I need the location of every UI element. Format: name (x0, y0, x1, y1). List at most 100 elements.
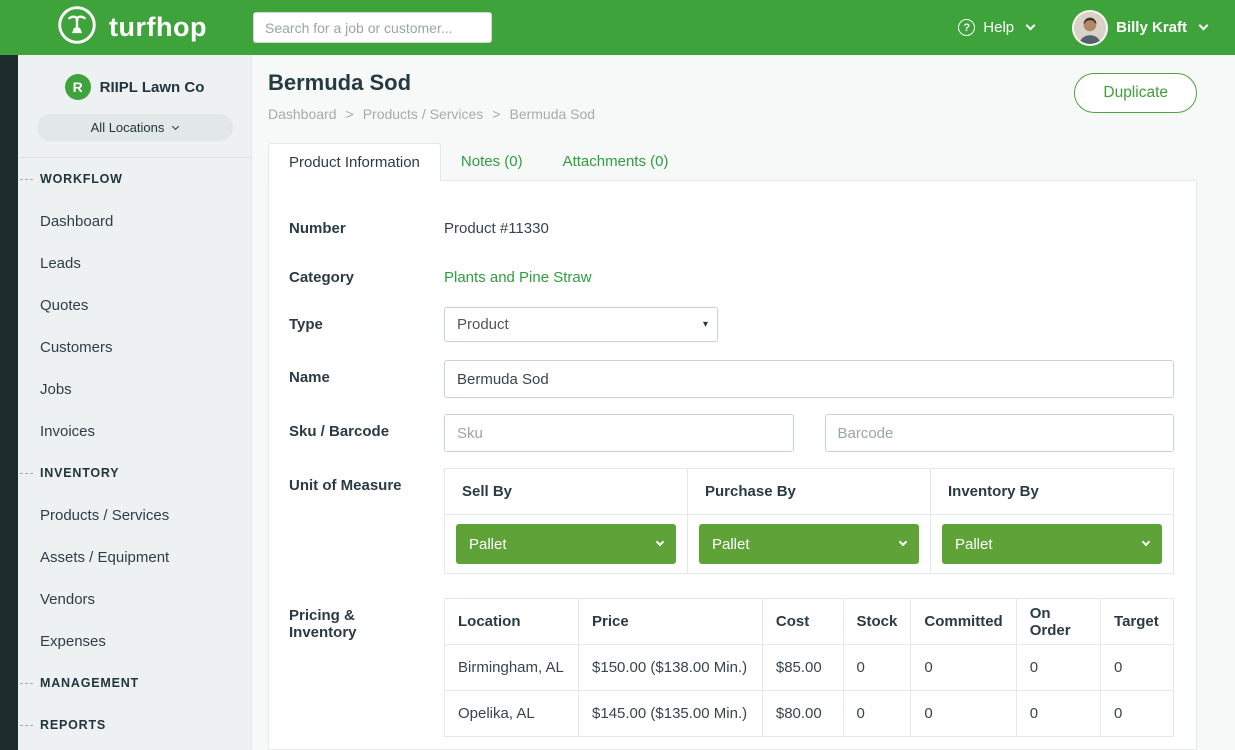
category-link[interactable]: Plants and Pine Straw (444, 260, 592, 286)
on-order-header: On Order (1016, 599, 1100, 645)
chevron-down-icon (172, 123, 179, 130)
sku-barcode-label: Sku / Barcode (289, 414, 444, 440)
tab-product-information[interactable]: Product Information (268, 143, 441, 181)
topbar: turfhop ? Help Billy Kraft (0, 0, 1235, 55)
sidebar-item-invoices[interactable]: Invoices (18, 410, 251, 452)
cost-header: Cost (762, 599, 843, 645)
pricing-row-birmingham: Birmingham, AL $150.00 ($138.00 Min.) $8… (445, 645, 1174, 691)
chevron-down-icon (899, 538, 907, 546)
sidebar-item-jobs[interactable]: Jobs (18, 368, 251, 410)
left-edge-strip (0, 55, 18, 750)
product-number: Product #11330 (444, 211, 549, 237)
name-input[interactable] (444, 360, 1174, 398)
price-cell: $145.00 ($135.00 Min.) (579, 691, 763, 737)
sidebar-item-leads[interactable]: Leads (18, 242, 251, 284)
stock-cell: 0 (843, 691, 911, 737)
tree-dash-icon (20, 179, 33, 180)
name-row: Name (289, 360, 1174, 398)
tree-dash-icon (20, 683, 33, 684)
sell-by-select[interactable]: Pallet (456, 524, 676, 564)
unit-of-measure-label: Unit of Measure (289, 468, 444, 494)
purchase-by-header: Purchase By (688, 469, 931, 515)
locations-dropdown[interactable]: All Locations (37, 114, 233, 141)
pricing-row-opelika: Opelika, AL $145.00 ($135.00 Min.) $80.0… (445, 691, 1174, 737)
company-logo-badge: R (65, 74, 91, 100)
target-cell: 0 (1101, 691, 1174, 737)
purchase-by-value: Pallet (712, 536, 750, 553)
sidebar-section-reports[interactable]: REPORTS (18, 704, 251, 746)
section-label: REPORTS (40, 718, 106, 732)
sidebar-item-quotes[interactable]: Quotes (18, 284, 251, 326)
on-order-cell: 0 (1016, 691, 1100, 737)
committed-header: Committed (911, 599, 1016, 645)
sidebar-item-customers[interactable]: Customers (18, 326, 251, 368)
duplicate-button[interactable]: Duplicate (1074, 73, 1197, 113)
inventory-by-header: Inventory By (931, 469, 1174, 515)
location-link[interactable]: Birmingham, AL (445, 645, 579, 691)
breadcrumb-products-services[interactable]: Products / Services (363, 106, 484, 122)
price-cell: $150.00 ($138.00 Min.) (579, 645, 763, 691)
target-header: Target (1101, 599, 1174, 645)
company-header: R RIIPL Lawn Co (18, 55, 251, 100)
product-information-panel: Number Product #11330 Category Plants an… (268, 180, 1197, 750)
sidebar-section-inventory: INVENTORY (18, 452, 251, 494)
sidebar-item-products-services[interactable]: Products / Services (18, 494, 251, 536)
pricing-inventory-label: Pricing & Inventory (289, 598, 444, 641)
tab-notes[interactable]: Notes (0) (441, 143, 543, 180)
number-label: Number (289, 211, 444, 237)
turfhop-logo-icon (57, 5, 97, 50)
help-label: Help (983, 19, 1014, 36)
breadcrumb-dashboard[interactable]: Dashboard (268, 106, 337, 122)
pricing-table: Location Price Cost Stock Committed On O… (444, 598, 1174, 737)
chevron-down-icon (1026, 21, 1036, 31)
search-input[interactable] (253, 12, 492, 43)
inventory-by-value: Pallet (955, 536, 993, 553)
cost-cell: $80.00 (762, 691, 843, 737)
sidebar-item-vendors[interactable]: Vendors (18, 578, 251, 620)
stock-cell: 0 (843, 645, 911, 691)
sidebar-section-management[interactable]: MANAGEMENT (18, 662, 251, 704)
price-header: Price (579, 599, 763, 645)
sku-input[interactable] (444, 414, 794, 452)
on-order-cell: 0 (1016, 645, 1100, 691)
unit-of-measure-table: Sell By Purchase By Inventory By Pallet (444, 468, 1174, 574)
sidebar-section-workflow: WORKFLOW (18, 158, 251, 200)
number-row: Number Product #11330 (289, 211, 1174, 238)
unit-of-measure-row: Unit of Measure Sell By Purchase By Inve… (289, 468, 1174, 574)
chevron-down-icon (656, 538, 664, 546)
location-link[interactable]: Opelika, AL (445, 691, 579, 737)
type-select[interactable]: Product ▾ (444, 307, 718, 342)
sidebar-item-expenses[interactable]: Expenses (18, 620, 251, 662)
company-name: RIIPL Lawn Co (100, 79, 205, 96)
target-cell: 0 (1101, 645, 1174, 691)
brand[interactable]: turfhop (57, 0, 207, 55)
help-menu[interactable]: ? Help (958, 19, 1034, 36)
name-label: Name (289, 360, 444, 386)
sidebar-item-dashboard[interactable]: Dashboard (18, 200, 251, 242)
breadcrumb-current: Bermuda Sod (509, 106, 595, 122)
inventory-by-select[interactable]: Pallet (942, 524, 1162, 564)
breadcrumb-separator: > (492, 106, 500, 122)
tree-dash-icon (20, 725, 33, 726)
sell-by-header: Sell By (445, 469, 688, 515)
sidebar-item-assets-equipment[interactable]: Assets / Equipment (18, 536, 251, 578)
chevron-down-icon (1199, 21, 1209, 31)
committed-cell: 0 (911, 691, 1016, 737)
brand-name: turfhop (109, 12, 207, 43)
section-label: INVENTORY (40, 466, 119, 480)
sidebar: R RIIPL Lawn Co All Locations WORKFLOW D… (18, 55, 252, 750)
tab-attachments[interactable]: Attachments (0) (543, 143, 689, 180)
locations-label: All Locations (91, 120, 165, 135)
avatar (1072, 10, 1108, 46)
sku-barcode-row: Sku / Barcode (289, 414, 1174, 452)
category-row: Category Plants and Pine Straw (289, 260, 1174, 287)
page-title: Bermuda Sod (268, 70, 595, 96)
tree-dash-icon (20, 473, 33, 474)
purchase-by-select[interactable]: Pallet (699, 524, 919, 564)
barcode-input[interactable] (825, 414, 1175, 452)
committed-cell: 0 (911, 645, 1016, 691)
pricing-inventory-row: Pricing & Inventory Location Price Cost … (289, 598, 1174, 737)
page-header: Bermuda Sod Dashboard > Products / Servi… (268, 55, 1197, 122)
user-menu[interactable]: Billy Kraft (1072, 10, 1207, 46)
main-content: Bermuda Sod Dashboard > Products / Servi… (252, 55, 1235, 750)
